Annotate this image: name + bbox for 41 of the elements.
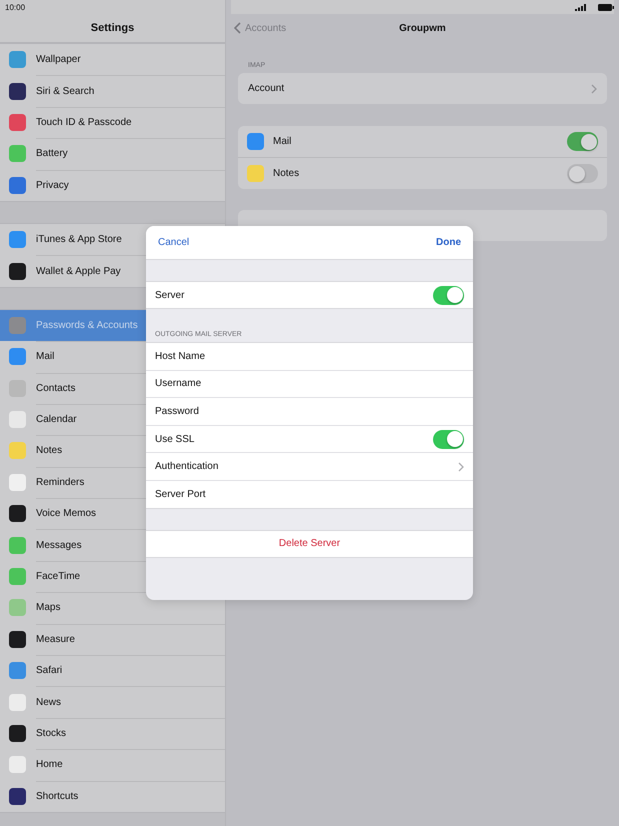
field-label: Server Port bbox=[155, 488, 206, 500]
account-row[interactable]: Account bbox=[238, 73, 607, 104]
toggle-switch[interactable] bbox=[433, 430, 464, 449]
sidebar-item[interactable]: Maps bbox=[0, 592, 225, 624]
sidebar-item[interactable]: Wallpaper bbox=[0, 44, 225, 76]
sidebar-item[interactable]: Wallet & Apple Pay bbox=[0, 255, 225, 287]
sidebar-item[interactable]: Shortcuts bbox=[0, 780, 225, 812]
toggle-switch[interactable] bbox=[567, 164, 598, 183]
sidebar-item[interactable]: Siri & Search bbox=[0, 75, 225, 107]
signal-icon bbox=[575, 4, 586, 10]
sidebar-item[interactable]: Privacy bbox=[0, 170, 225, 201]
cancel-button[interactable]: Cancel bbox=[158, 237, 190, 248]
chevron-left-icon bbox=[234, 22, 241, 34]
done-button[interactable]: Done bbox=[436, 237, 461, 248]
app-label: Mail bbox=[273, 136, 292, 147]
sidebar-title: Settings bbox=[90, 22, 134, 34]
sidebar-item[interactable]: Measure bbox=[0, 624, 225, 656]
row-label: Server bbox=[155, 290, 184, 300]
sidebar-item[interactable]: News bbox=[0, 686, 225, 718]
page-title: Groupwm bbox=[399, 22, 446, 34]
sidebar-item[interactable]: FaceTime bbox=[0, 560, 225, 592]
toggle-switch[interactable] bbox=[433, 286, 464, 304]
delete-server-button[interactable]: Delete Server bbox=[278, 538, 340, 550]
clock: 10:00 bbox=[5, 2, 26, 12]
sidebar-item[interactable]: Voice Memos bbox=[0, 498, 225, 530]
toggle-switch[interactable] bbox=[567, 132, 598, 151]
field-label: Host Name bbox=[155, 350, 206, 362]
chevron-right-icon[interactable] bbox=[458, 462, 464, 472]
chevron-right-icon bbox=[591, 84, 597, 94]
sidebar-item[interactable]: Messages bbox=[0, 529, 225, 561]
field-label: Use SSL bbox=[155, 434, 194, 445]
field-label: Authentication bbox=[155, 461, 218, 472]
field-label: Username bbox=[155, 378, 202, 390]
sidebar-item[interactable]: Safari bbox=[0, 655, 225, 686]
field-label: Password bbox=[155, 406, 199, 417]
battery-icon bbox=[598, 4, 614, 10]
sidebar-item[interactable]: Home bbox=[0, 749, 225, 781]
app-label: Notes bbox=[273, 168, 300, 179]
sidebar-item[interactable]: Battery bbox=[0, 138, 225, 170]
sidebar-item[interactable]: Stocks bbox=[0, 718, 225, 750]
sidebar-item[interactable]: Touch ID & Passcode bbox=[0, 106, 225, 138]
